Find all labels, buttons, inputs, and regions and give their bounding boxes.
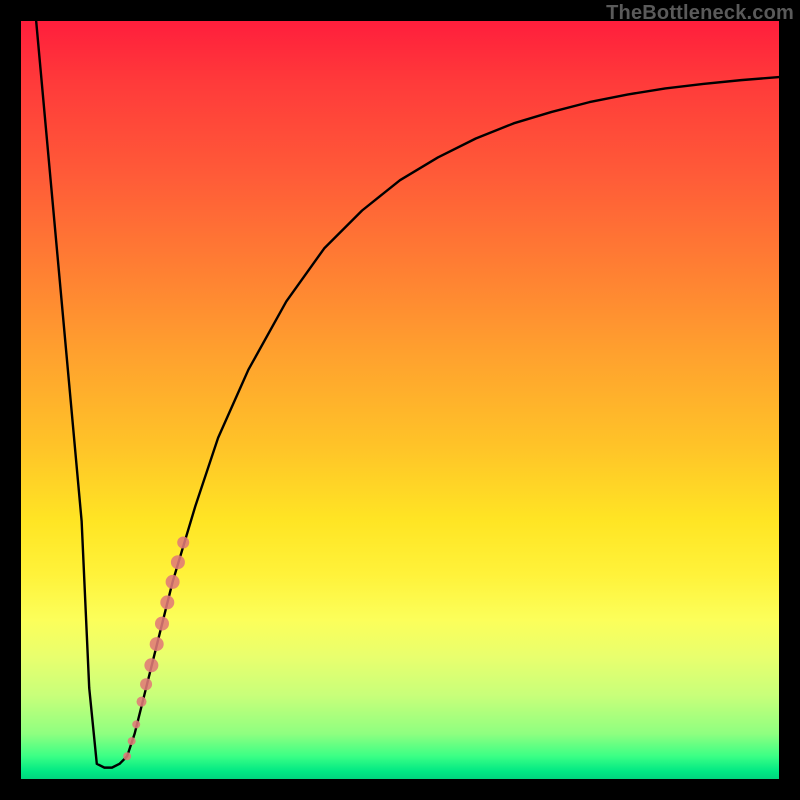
scatter-point [137, 697, 147, 707]
scatter-point [155, 617, 169, 631]
bottleneck-curve-path [36, 21, 779, 768]
scatter-point [123, 752, 131, 760]
scatter-point [166, 575, 180, 589]
highlight-scatter [123, 537, 189, 761]
chart-frame: TheBottleneck.com [0, 0, 800, 800]
scatter-point [128, 737, 136, 745]
scatter-point [150, 637, 164, 651]
scatter-point [140, 678, 152, 690]
watermark-text: TheBottleneck.com [606, 2, 794, 25]
scatter-point [160, 595, 174, 609]
chart-svg [21, 21, 779, 779]
scatter-point [171, 555, 185, 569]
scatter-point [132, 720, 140, 728]
plot-area [21, 21, 779, 779]
scatter-point [144, 658, 158, 672]
scatter-point [177, 537, 189, 549]
